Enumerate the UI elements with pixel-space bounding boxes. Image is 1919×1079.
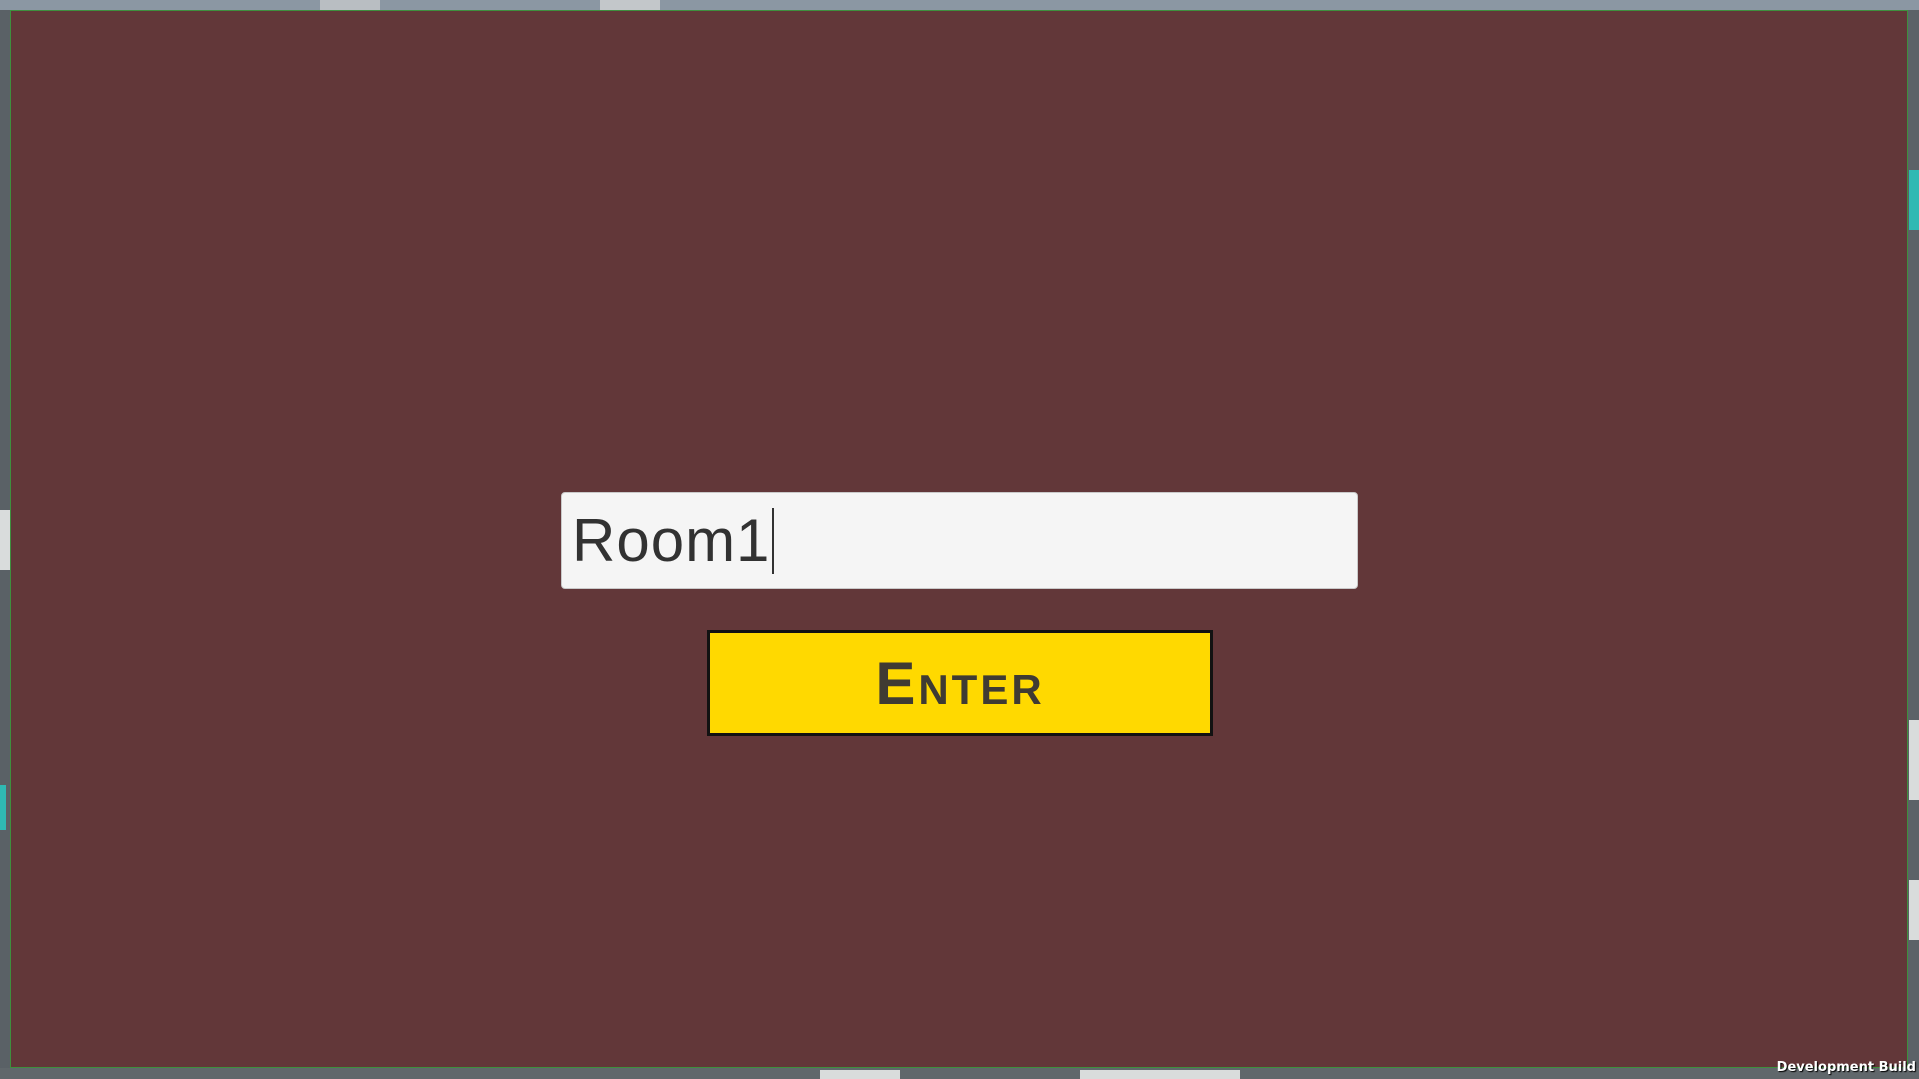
enter-button-label: Enter	[875, 649, 1045, 717]
text-caret	[772, 507, 775, 574]
room-name-input[interactable]: Room1	[561, 492, 1358, 589]
enter-button[interactable]: Enter	[707, 630, 1213, 736]
room-name-value: Room1	[572, 507, 771, 574]
development-build-watermark: Development Build	[1776, 1060, 1916, 1075]
